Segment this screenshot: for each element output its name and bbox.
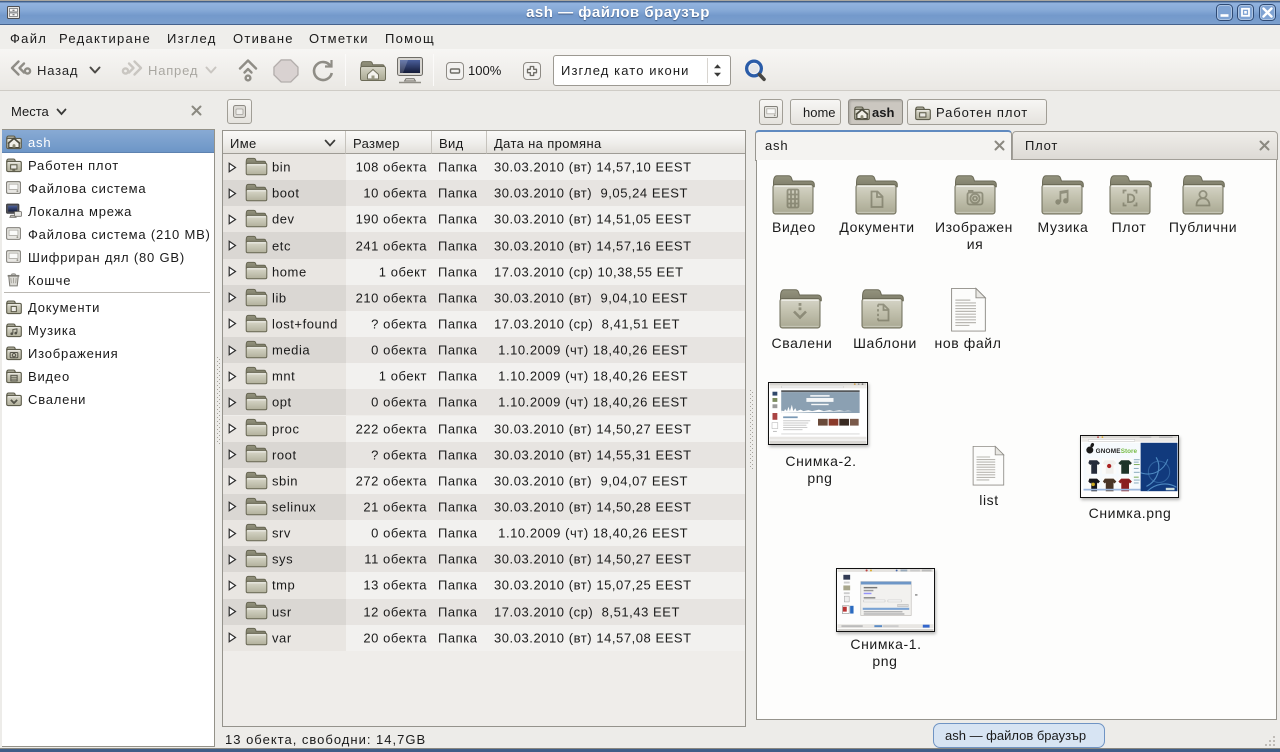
- svg-text:Store: Store: [1121, 448, 1138, 455]
- svg-text:GNOME: GNOME: [1096, 448, 1121, 455]
